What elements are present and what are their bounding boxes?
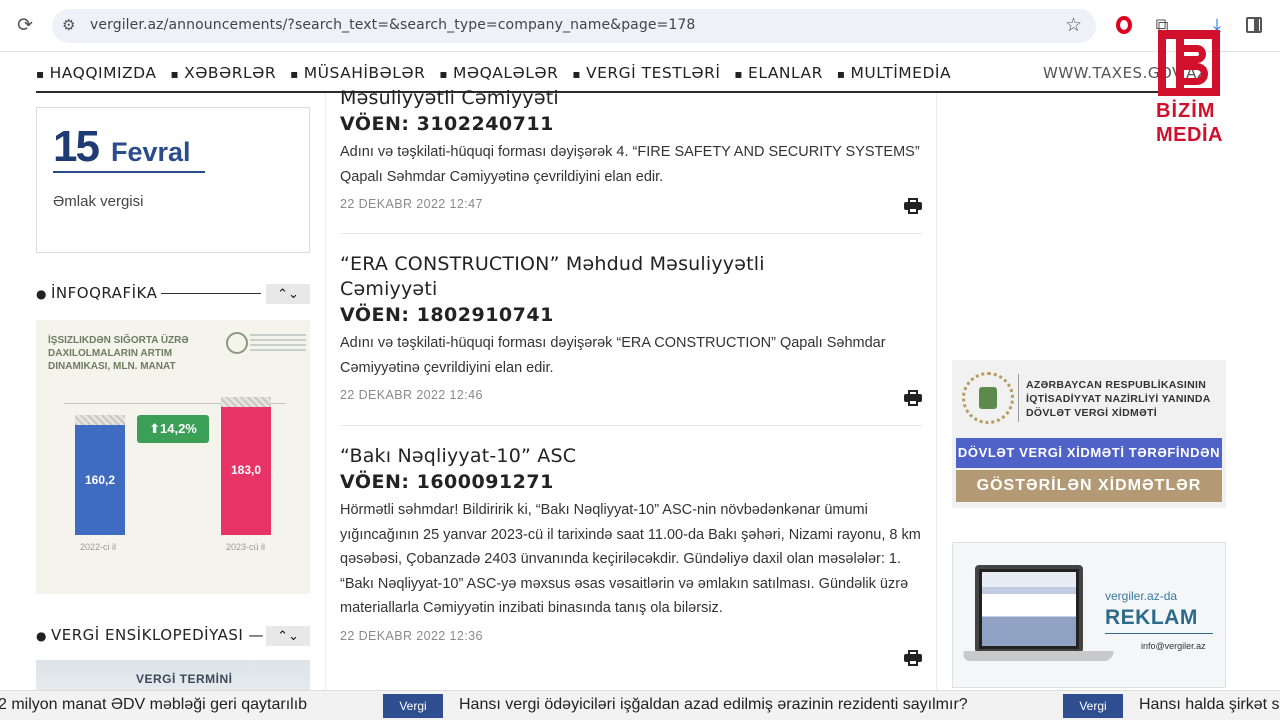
advertising-banner[interactable]: vergiler.az-da REKLAM info@vergiler.az	[952, 542, 1226, 688]
news-ticker: 2 milyon manat ƏDV məbləği geri qaytarıl…	[0, 690, 1280, 720]
org-text-decoration	[250, 334, 306, 352]
announcement-voen: VÖEN: 1802910741	[340, 304, 554, 326]
nav-item-vergi-testleri[interactable]: VERGİ TESTLƏRİ	[572, 64, 720, 82]
infographic-card[interactable]: İşsizlikdən sığorta üzrə daxilolmaların …	[36, 320, 310, 594]
ticker-item[interactable]: Hansı vergi ödəyiciləri işğaldan azad ed…	[459, 696, 968, 714]
address-bar[interactable]: ⚙ vergiler.az/announcements/?search_text…	[52, 9, 1096, 43]
bookmark-star-icon[interactable]: ☆	[1065, 14, 1082, 37]
announcement-company[interactable]: “Bakı Nəqliyyat-10” ASC	[340, 444, 922, 469]
announcement-item: “ERA CONSTRUCTION” Məhdud Məsuliyyətli C…	[340, 252, 922, 406]
ad-headline: REKLAM	[1105, 606, 1198, 629]
site-settings-icon[interactable]: ⚙	[62, 16, 75, 34]
bar-2023-year: 2023-cü il	[226, 542, 266, 552]
nav-item-musahibeler[interactable]: MÜSAHİBƏLƏR	[290, 64, 425, 82]
bar-2023-value: 183,0	[230, 463, 262, 477]
announcement-separator	[340, 425, 922, 426]
logo-line2: MEDİA	[1156, 124, 1223, 146]
bar-2023: 183,0	[221, 397, 271, 535]
url-text[interactable]: vergiler.az/announcements/?search_text=&…	[90, 17, 695, 33]
ad-underline	[1105, 633, 1213, 634]
infographic-heading-label: İNFOQRAFİKA	[50, 284, 158, 302]
laptop-base	[962, 651, 1114, 661]
announcement-item: Məsuliyyətli Cəmiyyəti VÖEN: 3102240711 …	[340, 86, 922, 214]
banner-org-name: AZƏRBAYCAN RESPUBLİKASININ İQTİSADİYYAT …	[1026, 379, 1211, 419]
print-icon[interactable]	[904, 198, 922, 214]
print-icon[interactable]	[904, 650, 922, 666]
browser-toolbar: ⟳ ⚙ vergiler.az/announcements/?search_te…	[0, 0, 1280, 52]
bizim-media-logo: BİZİM MEDİA	[1150, 30, 1230, 150]
announcement-company[interactable]: Məsuliyyətli Cəmiyyəti	[340, 86, 922, 111]
banner-band-bottom: GÖSTƏRİLƏN XİDMƏTLƏR	[956, 470, 1222, 502]
tax-service-banner[interactable]: AZƏRBAYCAN RESPUBLİKASININ İQTİSADİYYAT …	[952, 360, 1226, 508]
state-emblem-icon	[962, 372, 1014, 424]
ad-site-text: vergiler.az-da	[1105, 589, 1178, 603]
logo-line1: BİZİM	[1156, 100, 1216, 122]
print-icon[interactable]	[904, 390, 922, 406]
announcement-description: Adını və təşkilati-hüquqi forması dəyişə…	[340, 335, 886, 376]
infographic-heading: ● İNFOQRAFİKA	[36, 284, 262, 302]
announcement-item: “Bakı Nəqliyyat-10” ASC VÖEN: 1600091271…	[340, 444, 922, 666]
calendar-month: Fevral	[111, 137, 191, 167]
ticker-item[interactable]: Hansı halda şirkət s	[1139, 696, 1280, 714]
nav-item-elanlar[interactable]: ELANLAR	[734, 64, 823, 82]
bar-2022-year: 2022-ci il	[80, 542, 117, 552]
bar-2022-value: 160,2	[84, 473, 116, 487]
logo-mark	[1158, 30, 1220, 96]
calendar-underline	[53, 171, 205, 173]
nav-item-haqqimizda[interactable]: HAQQIMIZDA	[36, 64, 156, 82]
laptop-illustration	[975, 565, 1083, 653]
ticker-tag[interactable]: Vergi	[383, 694, 443, 718]
calendar-subject: Əmlak vergisi	[53, 193, 144, 210]
announcement-voen: VÖEN: 1600091271	[340, 471, 554, 493]
column-divider-left	[325, 93, 326, 693]
ticker-item[interactable]: 2 milyon manat ƏDV məbləği geri qaytarıl…	[0, 696, 307, 714]
infographic-nav-arrows[interactable]: ⌃⌄	[266, 284, 310, 304]
banner-band-top: DÖVLƏT VERGİ XİDMƏTİ TƏRƏFİNDƏN	[956, 438, 1222, 468]
banner-divider	[1018, 374, 1019, 422]
announcement-date: 22 DEKABR 2022 12:46	[340, 388, 483, 402]
emblem-icon	[226, 332, 248, 354]
encyclopedia-heading-label: VERGİ ENSİKLOPEDİYASI	[50, 626, 244, 644]
growth-badge: ⬆14,2%	[137, 415, 209, 443]
announcement-voen: VÖEN: 3102240711	[340, 113, 554, 135]
announcement-date: 22 DEKABR 2022 12:36	[340, 628, 483, 643]
calendar-day: 15	[53, 122, 100, 171]
encyclopedia-heading: ● VERGİ ENSİKLOPEDİYASI —	[36, 626, 265, 644]
announcement-company[interactable]: “ERA CONSTRUCTION” Məhdud Məsuliyyətli C…	[340, 252, 780, 302]
ad-email: info@vergiler.az	[1141, 641, 1206, 651]
encyclopedia-card-title: VERGİ TERMİNİ	[136, 672, 233, 686]
side-panel-icon[interactable]	[1242, 14, 1266, 38]
reload-icon[interactable]: ⟳	[14, 15, 36, 37]
tax-calendar-card[interactable]: 15 Fevral Əmlak vergisi	[36, 107, 310, 253]
nav-item-multimedia[interactable]: MULTİMEDİA	[837, 64, 951, 82]
announcement-date: 22 DEKABR 2022 12:47	[340, 197, 483, 211]
announcement-description: Adını və təşkilati-hüquqi forması dəyişə…	[340, 144, 920, 185]
announcement-description: Hörmətli səhmdar! Bildiririk ki, “Bakı N…	[340, 502, 921, 616]
column-divider-right	[936, 93, 937, 693]
encyclopedia-nav-arrows[interactable]: ⌃⌄	[266, 626, 310, 646]
announcement-separator	[340, 233, 922, 234]
nav-item-xeberler[interactable]: XƏBƏRLƏR	[170, 64, 276, 82]
opera-icon[interactable]	[1112, 14, 1136, 39]
ticker-tag[interactable]: Vergi	[1063, 694, 1123, 718]
nav-item-meqaleler[interactable]: MƏQALƏLƏR	[439, 64, 558, 82]
bar-2022: 160,2	[75, 415, 125, 535]
infographic-title: İşsizlikdən sığorta üzrə daxilolmaların …	[48, 335, 189, 372]
